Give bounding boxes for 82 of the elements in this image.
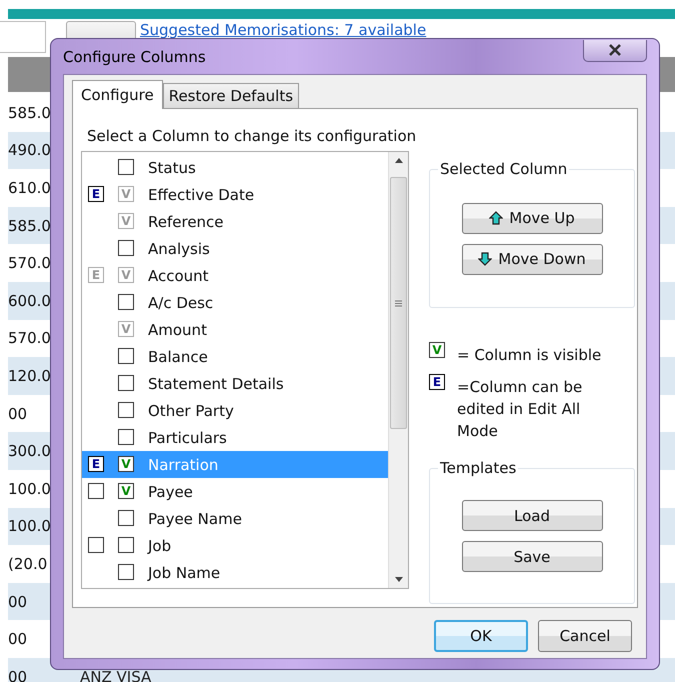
visible-mark-icon: V (429, 342, 445, 358)
visible-mark: V (121, 268, 131, 280)
edit-checkbox[interactable]: E (88, 186, 104, 202)
visible-checkbox[interactable]: V (118, 482, 134, 498)
edit-mark: E (92, 268, 100, 280)
amount-cell: 585.0 (8, 216, 51, 235)
amount-cell: 00 (8, 668, 28, 682)
edit-checkbox[interactable]: E (88, 456, 104, 472)
column-list-item[interactable]: E V Effective Date (82, 181, 388, 208)
grip-icon (395, 300, 402, 306)
visible-checkbox[interactable] (118, 374, 134, 390)
amount-cell: 610.0 (8, 178, 51, 197)
column-list-item[interactable]: Analysis (82, 235, 388, 262)
group-title: Templates (438, 459, 518, 477)
visible-mark: V (121, 214, 131, 226)
column-list-item[interactable]: V Amount (82, 316, 388, 343)
visible-mark: V (121, 322, 131, 334)
dialog-button[interactable]: Cancel (538, 620, 632, 652)
amount-cell: 600.0 (8, 292, 51, 310)
column-list-item[interactable]: Status (82, 154, 388, 181)
column-list-item[interactable]: Particulars (82, 424, 388, 451)
column-list-item[interactable]: Payee Name (82, 505, 388, 532)
edit-mark: E (92, 188, 100, 200)
visible-checkbox[interactable]: V (118, 456, 134, 472)
column-list-item[interactable]: V Payee (82, 478, 388, 505)
legend-text: =Column can be edited in Edit All Mode (457, 377, 584, 442)
amount-cell: 100.0 (8, 480, 51, 498)
column-list-item[interactable]: Other Party (82, 397, 388, 424)
edit-mark-icon: E (429, 374, 445, 390)
visible-mark: V (121, 458, 131, 470)
edit-checkbox[interactable] (88, 482, 104, 498)
edit-mark: E (92, 458, 100, 470)
amount-cell: 00 (8, 404, 28, 423)
visible-checkbox[interactable] (118, 240, 134, 256)
up-arrow-icon (489, 211, 504, 225)
dialog-button[interactable]: OK (434, 620, 528, 652)
amount-cell: (20.0 (8, 554, 48, 573)
amount-cell: 00 (8, 630, 28, 648)
search-field[interactable] (0, 21, 46, 53)
template-button[interactable]: Save (462, 541, 602, 572)
close-button[interactable] (583, 40, 647, 62)
amount-cell: 570.0 (8, 329, 51, 348)
edit-checkbox[interactable] (88, 536, 104, 552)
down-arrow-icon (478, 252, 492, 266)
instruction-text: Select a Column to change its configuration (87, 127, 418, 145)
legend-text: = Column is visible (457, 345, 602, 366)
visible-mark: V (121, 484, 131, 496)
scroll-up-icon[interactable] (394, 158, 402, 163)
visible-checkbox[interactable] (118, 536, 134, 552)
move-down-button[interactable]: Move Down (462, 244, 602, 274)
move-up-button[interactable]: Move Up (462, 202, 602, 234)
column-list-item[interactable]: Balance (82, 343, 388, 370)
visible-checkbox[interactable] (118, 158, 134, 174)
column-list-item[interactable]: A/c Desc (82, 289, 388, 316)
account-cell: ANZ VISA (80, 668, 152, 682)
visible-mark: V (121, 188, 131, 200)
amount-cell: 300.0 (8, 442, 51, 460)
scroll-thumb[interactable] (390, 177, 407, 429)
tab[interactable]: Restore Defaults (162, 83, 300, 108)
amount-cell: 585.0 (8, 104, 51, 122)
visible-checkbox[interactable] (118, 402, 134, 418)
scrollbar[interactable] (388, 152, 408, 588)
amount-cell: 120.0 (8, 366, 51, 385)
close-icon (608, 44, 622, 56)
column-list-item[interactable]: V Reference (82, 208, 388, 235)
column-list-item[interactable]: E V Narration (82, 451, 388, 478)
visible-checkbox[interactable] (118, 510, 134, 526)
visible-checkbox[interactable] (118, 294, 134, 310)
amount-cell: 00 (8, 592, 28, 611)
amount-cell: 100.0 (8, 517, 51, 536)
column-list-item[interactable]: Job (82, 532, 388, 559)
template-button[interactable]: Load (462, 500, 602, 531)
suggestions-link[interactable]: Suggested Memorisations: 7 available (140, 21, 426, 39)
window-title: Configure Columns (63, 48, 206, 66)
tab[interactable]: Configure (72, 80, 163, 109)
column-list-item[interactable]: Statement Details (82, 370, 388, 397)
visible-checkbox[interactable] (118, 564, 134, 580)
visible-checkbox[interactable] (118, 428, 134, 444)
column-list-item[interactable]: Job Name (82, 559, 388, 586)
visible-checkbox[interactable] (118, 348, 134, 364)
amount-cell: 570.0 (8, 254, 51, 272)
amount-cell: 490.0 (8, 141, 51, 160)
